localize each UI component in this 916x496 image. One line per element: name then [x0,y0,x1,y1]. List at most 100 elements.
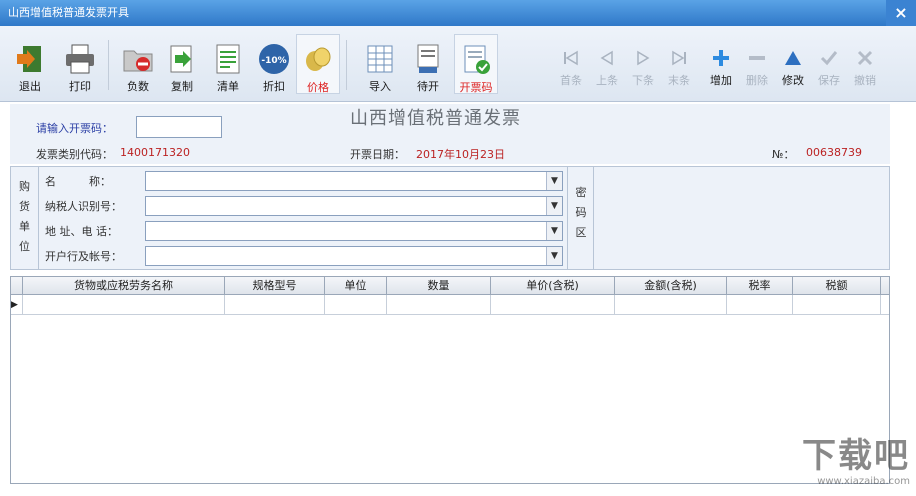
grid-cell[interactable] [615,295,727,314]
grid-cell [11,295,23,314]
delete-record-label: 删除 [746,74,768,87]
buyer-char: 单 [19,220,30,233]
discount-badge-icon: -10% [259,44,289,74]
issue-date-label: 开票日期： [350,148,405,161]
buyer-taxid-label: 纳税人识别号： [45,200,122,213]
grid-header-cell[interactable]: 数量 [387,277,491,295]
toolbar: 退出 打印 负数 复制 清单 -10% 折扣 价格 导入 待开 开票码 首条 上… [0,26,916,102]
copy-button[interactable]: 复制 [160,34,204,94]
password-area [593,167,889,269]
input-code-field[interactable] [136,116,222,138]
last-record-label: 末条 [668,74,690,87]
window-title: 山西增值税普通发票开具 [8,6,129,19]
grid-cell[interactable] [325,295,387,314]
list-button[interactable]: 清单 [206,34,250,94]
add-record-label: 增加 [710,74,732,87]
import-sheet-icon [367,45,393,73]
grid-cell[interactable] [793,295,881,314]
chevron-down-icon[interactable]: ▼ [546,172,562,190]
edit-triangle-icon [785,51,801,65]
plus-icon [713,50,729,66]
save-record-label: 保存 [818,74,840,87]
buyer-char: 位 [19,240,30,253]
buyer-section-label: 购 货 单 位 [11,167,39,269]
buyer-address-combo[interactable]: ▼ [145,221,563,241]
password-char: 密 [575,186,587,199]
buyer-bank-combo[interactable]: ▼ [145,246,563,266]
next-record-button[interactable]: 下条 [628,48,658,88]
last-record-icon [672,50,686,66]
checkmark-icon [820,51,838,66]
first-record-button[interactable]: 首条 [556,48,586,88]
copy-label: 复制 [171,80,193,93]
copy-icon [170,45,192,73]
grid-cell[interactable] [491,295,615,314]
prev-record-button[interactable]: 上条 [592,48,622,88]
buyer-name-label: 名 称： [45,175,111,188]
window-titlebar: 山西增值税普通发票开具 [0,0,916,26]
issue-code-button[interactable]: 开票码 [454,34,498,94]
grid-cell[interactable] [225,295,325,314]
grid-header-cell[interactable]: 规格型号 [225,277,325,295]
last-record-button[interactable]: 末条 [664,48,694,88]
grid-header-cell[interactable]: 货物或应税劳务名称 [23,277,225,295]
exit-button[interactable]: 退出 [8,34,52,94]
import-button[interactable]: 导入 [358,34,402,94]
buyer-taxid-combo[interactable]: ▼ [145,196,563,216]
edit-record-label: 修改 [782,74,804,87]
add-record-button[interactable]: 增加 [706,48,736,88]
folder-minus-icon [123,50,153,72]
goods-grid[interactable]: 货物或应税劳务名称 规格型号 单位 数量 单价(含税) 金额(含税) 税率 税额… [10,276,890,484]
discount-label: 折扣 [263,80,285,93]
grid-cell[interactable] [727,295,793,314]
undo-x-icon [857,50,873,66]
password-char: 码 [575,206,587,219]
table-row[interactable]: ▶ [11,295,889,315]
toolbar-separator [346,40,347,90]
chevron-down-icon[interactable]: ▼ [546,197,562,215]
list-document-icon [216,44,240,74]
negative-label: 负数 [127,80,149,93]
grid-header-cell[interactable]: 单价(含税) [491,277,615,295]
grid-header-cell[interactable]: 税额 [793,277,881,295]
pending-label: 待开 [417,80,439,93]
buyer-section: 购 货 单 位 名 称： ▼ 纳税人识别号： ▼ 地 址、电 话： ▼ 开户行及… [10,166,890,270]
issue-date-value: 2017年10月23日 [416,148,505,161]
exit-door-icon [17,46,41,72]
print-button[interactable]: 打印 [58,34,102,94]
save-record-button[interactable]: 保存 [814,48,844,88]
invoice-number-label: №： [772,148,795,161]
discount-button[interactable]: -10% 折扣 [252,34,296,94]
pending-button[interactable]: 待开 [406,34,450,94]
buyer-bank-label: 开户行及帐号： [45,250,122,263]
watermark: 下载吧 www.xiazaiba.com [780,436,910,492]
negative-button[interactable]: 负数 [116,34,160,94]
buyer-address-label: 地 址、电 话： [45,225,118,238]
grid-header-cell[interactable]: 单位 [325,277,387,295]
grid-header: 货物或应税劳务名称 规格型号 单位 数量 单价(含税) 金额(含税) 税率 税额 [11,277,889,295]
password-area-label: 密 码 区 [567,167,595,269]
chevron-down-icon[interactable]: ▼ [546,247,562,265]
invoice-title: 山西增值税普通发票 [350,108,521,129]
prev-record-icon [600,50,613,66]
buyer-char: 购 [19,180,30,193]
grid-cell[interactable] [387,295,491,314]
edit-record-button[interactable]: 修改 [778,48,808,88]
grid-header-cell[interactable]: 金额(含税) [615,277,727,295]
grid-cell[interactable] [23,295,225,314]
price-button[interactable]: 价格 [296,34,340,94]
minus-icon [749,56,765,60]
first-record-label: 首条 [560,74,582,87]
cancel-record-button[interactable]: 撤销 [850,48,880,88]
grid-header-cell[interactable]: 税率 [727,277,793,295]
chevron-down-icon[interactable]: ▼ [546,222,562,240]
issue-code-label: 开票码 [459,81,493,94]
print-label: 打印 [69,80,91,93]
invoice-number-value: 00638739 [806,146,862,159]
type-code-value: 1400171320 [120,146,190,159]
invoice-check-icon [464,45,490,74]
close-button[interactable]: × [886,0,916,26]
next-record-label: 下条 [632,74,654,87]
delete-record-button[interactable]: 删除 [742,48,772,88]
buyer-name-combo[interactable]: ▼ [145,171,563,191]
